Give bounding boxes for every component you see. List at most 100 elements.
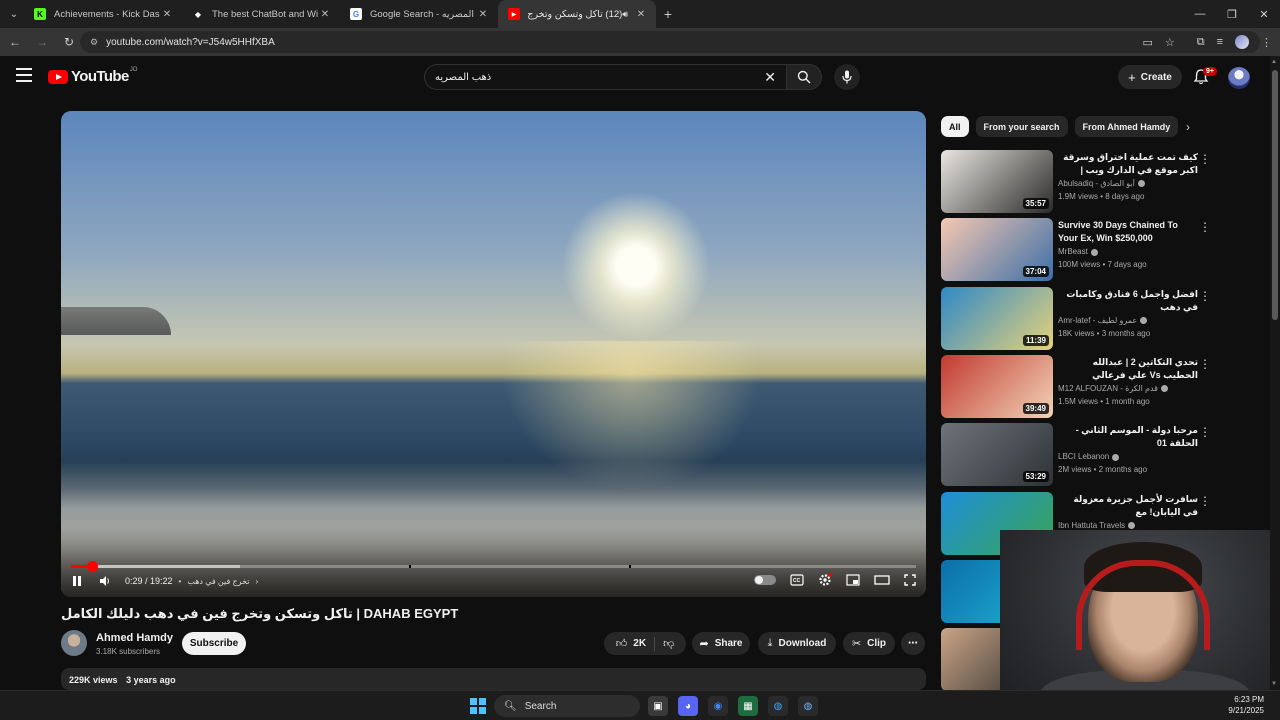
- windows-start-icon[interactable]: [470, 698, 486, 714]
- browser-tab[interactable]: ◆ The best ChatBot and Widgets✕: [182, 0, 340, 28]
- back-icon[interactable]: ←: [3, 35, 27, 49]
- more-actions-button[interactable]: ⋯: [901, 632, 925, 655]
- browser-app-icon[interactable]: ◍: [768, 696, 788, 716]
- video-thumbnail[interactable]: 11:39: [941, 286, 1053, 350]
- video-thumbnail[interactable]: 39:49: [941, 354, 1053, 418]
- scroll-down-icon[interactable]: ▼: [1271, 681, 1277, 687]
- recommended-title[interactable]: Survive 30 Days Chained To Your Ex, Win …: [1058, 219, 1198, 245]
- recommended-title[interactable]: كيف تمت عملية اختراق وسرقة اكبر موقع في …: [1058, 151, 1198, 178]
- volume-icon[interactable]: [99, 575, 111, 587]
- channel-name[interactable]: Ahmed Hamdy: [96, 632, 173, 644]
- voice-search-button[interactable]: [834, 64, 860, 90]
- like-thumb-icon[interactable]: 👍︎: [616, 637, 628, 650]
- cast-icon[interactable]: ▭: [1142, 36, 1152, 49]
- channel-avatar[interactable]: [61, 630, 87, 656]
- filter-chip[interactable]: All: [941, 116, 969, 137]
- profile-avatar-icon[interactable]: [1235, 35, 1249, 49]
- more-vertical-icon[interactable]: ⋮: [1199, 289, 1211, 303]
- task-view-icon[interactable]: ▣: [648, 696, 668, 716]
- filter-chip[interactable]: From your search: [975, 116, 1068, 137]
- clear-search-icon[interactable]: ✕: [764, 69, 776, 86]
- miniplayer-icon[interactable]: [846, 574, 860, 586]
- recommended-channel[interactable]: LBCI Lebanon: [1058, 452, 1198, 461]
- browser-tab[interactable]: ▶ (12) تاكل وتسكن وتخرج فين🔊︎ ✕: [498, 0, 656, 28]
- fullscreen-icon[interactable]: [904, 574, 916, 586]
- subtitles-icon[interactable]: CC: [790, 574, 804, 586]
- tab-search-list-icon[interactable]: ≡: [1217, 36, 1223, 48]
- chrome-icon[interactable]: ◉: [708, 696, 728, 716]
- second-browser-app-icon[interactable]: ◍: [798, 696, 818, 716]
- subscribe-button[interactable]: Subscribe: [182, 632, 246, 655]
- video-thumbnail[interactable]: 37:04: [941, 218, 1053, 282]
- recommended-video[interactable]: 53:29 مرحبا دولة - الموسم الثاني - الحلقة…: [941, 423, 1211, 487]
- share-button[interactable]: ➦ Share: [692, 632, 750, 655]
- tab-close-icon[interactable]: ✕: [476, 9, 490, 20]
- bookmark-star-icon[interactable]: ☆: [1165, 36, 1175, 49]
- scrollbar-thumb[interactable]: [1272, 70, 1278, 320]
- autoplay-toggle[interactable]: [754, 575, 776, 585]
- recommended-title[interactable]: مرحبا دولة - الموسم الثاني - الحلقة 01: [1058, 424, 1198, 450]
- address-bar[interactable]: ⚙ youtube.com/watch?v=J54w5HHfXBA: [80, 31, 1260, 53]
- more-vertical-icon[interactable]: ⋮: [1199, 152, 1211, 166]
- video-thumbnail[interactable]: 53:29: [941, 423, 1053, 487]
- create-button[interactable]: + Create: [1118, 65, 1182, 89]
- recommended-video[interactable]: 39:49 تحدي التكاتين 2 | عبدالله الحطيب Vs…: [941, 354, 1211, 419]
- search-input[interactable]: ذهب المصريه ✕: [424, 64, 786, 90]
- recommended-video[interactable]: 11:39 افضل واجمل 6 فنادق وكامبات في دهب Am…: [941, 286, 1211, 351]
- settings-gear-icon[interactable]: [818, 573, 832, 587]
- clip-button[interactable]: ✂ Clip: [843, 632, 895, 655]
- guide-menu-icon[interactable]: [16, 68, 32, 82]
- video-thumbnail[interactable]: 35:57: [941, 150, 1053, 213]
- tab-search-icon[interactable]: ⌄: [4, 4, 24, 24]
- discord-icon[interactable]: ◕: [678, 696, 698, 716]
- theater-mode-icon[interactable]: [874, 574, 890, 586]
- restore-icon[interactable]: ❐: [1216, 8, 1248, 21]
- scroll-up-icon[interactable]: ▲: [1271, 59, 1277, 65]
- video-player[interactable]: 0:29 / 19:22 • تخرج فين في دهب › CC: [61, 111, 926, 597]
- more-vertical-icon[interactable]: ⋮: [1199, 220, 1211, 234]
- filter-chip[interactable]: From Ahmed Hamdy: [1074, 116, 1179, 137]
- recommended-channel[interactable]: Amr-latef - عمرو لطيف: [1058, 316, 1198, 325]
- tab-audio-icon[interactable]: 🔊︎: [622, 9, 628, 20]
- forward-icon[interactable]: →: [30, 35, 54, 49]
- pause-icon[interactable]: [71, 575, 83, 587]
- recommended-title[interactable]: تحدي التكاتين 2 | عبدالله الحطيب Vs علي …: [1058, 356, 1198, 382]
- minimize-icon[interactable]: —: [1184, 8, 1216, 20]
- chapter-title[interactable]: تخرج فين في دهب: [187, 577, 249, 586]
- close-window-icon[interactable]: ✕: [1248, 8, 1280, 21]
- recommended-title[interactable]: افضل واجمل 6 فنادق وكامبات في دهب: [1058, 288, 1198, 314]
- dislike-thumb-icon[interactable]: 👎︎: [663, 637, 674, 650]
- new-tab-button[interactable]: +: [656, 6, 680, 22]
- account-avatar[interactable]: [1228, 67, 1250, 89]
- recommended-channel[interactable]: Ibn Hattuta Travels: [1058, 521, 1198, 530]
- site-info-icon[interactable]: ⚙: [90, 37, 98, 48]
- recommended-title[interactable]: سافرت لأجمل جزيرة معزولة في اليابان! مع: [1058, 493, 1198, 519]
- progress-bar[interactable]: [71, 561, 916, 572]
- recommended-video[interactable]: 37:04 Survive 30 Days Chained To Your Ex,…: [941, 218, 1211, 282]
- more-vertical-icon[interactable]: ⋮: [1199, 494, 1211, 508]
- extensions-icon[interactable]: ⧉: [1197, 36, 1205, 49]
- recommended-channel[interactable]: M12 ALFOUZAN - قدم الكرة: [1058, 384, 1198, 393]
- app-icon[interactable]: ▦: [738, 696, 758, 716]
- page-scrollbar[interactable]: ▲ ▼: [1270, 56, 1280, 690]
- browser-tab[interactable]: G Google Search - ذهب المصريه✕: [340, 0, 498, 28]
- more-vertical-icon[interactable]: ⋮: [1199, 357, 1211, 371]
- recommended-video[interactable]: 35:57 كيف تمت عملية اختراق وسرقة اكبر موق…: [941, 150, 1211, 214]
- download-button[interactable]: ⤓ Download: [758, 632, 836, 655]
- system-clock[interactable]: 6:23 PM 9/21/2025: [1228, 694, 1264, 716]
- taskbar-search[interactable]: 🔍︎ Search: [494, 695, 640, 717]
- chips-next-chevron-icon[interactable]: ›: [1186, 120, 1190, 134]
- chapter-chevron-icon[interactable]: ›: [255, 577, 258, 586]
- youtube-logo[interactable]: YouTube JO: [48, 67, 137, 85]
- description-box[interactable]: 229K views 3 years ago: [61, 668, 926, 690]
- search-button[interactable]: [786, 64, 822, 90]
- tab-close-icon[interactable]: ✕: [634, 9, 648, 20]
- tab-close-icon[interactable]: ✕: [318, 9, 332, 20]
- reload-icon[interactable]: ↻: [57, 35, 81, 49]
- like-count[interactable]: 2K: [633, 638, 646, 649]
- more-vertical-icon[interactable]: ⋮: [1199, 425, 1211, 439]
- chrome-menu-icon[interactable]: ⋮: [1261, 36, 1272, 49]
- recommended-channel[interactable]: Abulsadiq - أبو الصادق: [1058, 179, 1198, 188]
- browser-tab[interactable]: K Achievements - Kick Dashboard✕: [24, 0, 182, 28]
- tab-close-icon[interactable]: ✕: [160, 9, 174, 20]
